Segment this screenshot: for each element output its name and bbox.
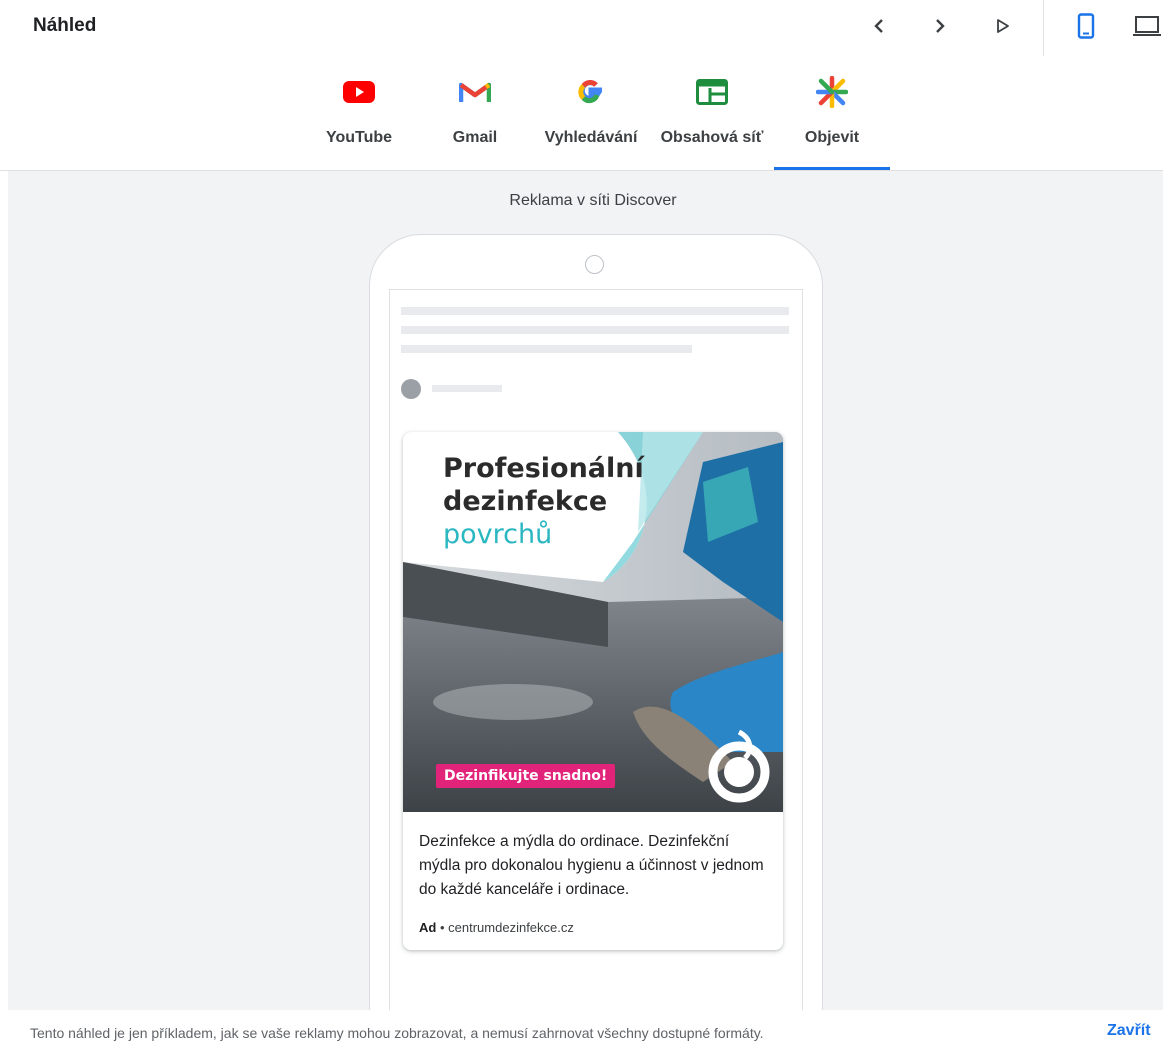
ad-meta: Ad • centrumdezinfekce.cz (419, 920, 574, 935)
youtube-icon (343, 81, 375, 103)
next-button[interactable] (926, 12, 954, 40)
disclaimer-text: Tento náhled je jen příkladem, jak se va… (30, 1025, 764, 1041)
ad-tagline-badge: Dezinfikujte snadno! (436, 764, 616, 788)
centrum-dezinfekce-logo (708, 729, 770, 803)
placeholder-line (401, 326, 789, 334)
google-search-icon (578, 79, 602, 104)
placeholder-line (432, 385, 502, 392)
ad-description: Dezinfekce a mýdla do ordinace. Dezinfek… (419, 833, 764, 898)
preview-area: Reklama v síti Discover Profesionální de… (8, 171, 1163, 1010)
ad-domain: centrumdezinfekce.cz (448, 920, 574, 935)
placeholder-avatar (401, 379, 421, 399)
ad-headline: Profesionální dezinfekce povrchů (443, 452, 644, 551)
discover-icon (816, 76, 848, 108)
gmail-icon (459, 82, 491, 102)
tab-label: Objevit (804, 129, 860, 146)
placeholder-line (401, 345, 692, 353)
display-network-icon (696, 79, 728, 105)
phone-mockup: Profesionální dezinfekce povrchů Dezinfi… (369, 234, 823, 1010)
mobile-view-button[interactable] (1072, 12, 1100, 40)
preview-caption: Reklama v síti Discover (509, 192, 677, 209)
page-title: Náhled (33, 15, 97, 36)
previous-button[interactable] (865, 12, 893, 40)
tab-label: Gmail (452, 129, 498, 146)
play-icon (997, 19, 1009, 33)
discover-ad-card[interactable]: Profesionální dezinfekce povrchů Dezinfi… (403, 432, 783, 950)
ad-label: Ad (419, 920, 437, 935)
tab-discover[interactable]: Objevit (777, 60, 887, 172)
preview-header: Náhled (0, 0, 1163, 56)
headline-line: dezinfekce (443, 486, 608, 517)
chevron-right-icon (936, 19, 945, 33)
tab-label: Vyhledávání (544, 129, 638, 146)
ad-image: Profesionální dezinfekce povrchů Dezinfi… (403, 432, 783, 812)
placeholder-line (401, 307, 789, 315)
headline-accent: povrchů (443, 519, 553, 550)
tab-youtube[interactable]: YouTube (314, 60, 404, 172)
tab-label: YouTube (325, 129, 393, 146)
chevron-left-icon (874, 19, 883, 33)
close-button[interactable]: Zavřít (1107, 1022, 1151, 1040)
tab-display-network[interactable]: Obsahová síť (652, 60, 772, 172)
play-button[interactable] (989, 12, 1017, 40)
ad-separator: • (439, 920, 445, 935)
phone-screen: Profesionální dezinfekce povrchů Dezinfi… (389, 289, 803, 1010)
phone-camera (585, 255, 604, 274)
tab-gmail[interactable]: Gmail (430, 60, 520, 172)
tab-search[interactable]: Vyhledávání (536, 60, 646, 172)
headline-line: Profesionální (443, 453, 644, 484)
desktop-view-button[interactable] (1131, 12, 1163, 40)
header-divider (1043, 0, 1044, 56)
channel-tabs: YouTube Gmail Vyhledávání Obsahová síť O… (0, 60, 1163, 172)
phone-icon (1077, 13, 1095, 39)
laptop-icon (1133, 16, 1161, 36)
tab-label: Obsahová síť (660, 129, 764, 146)
